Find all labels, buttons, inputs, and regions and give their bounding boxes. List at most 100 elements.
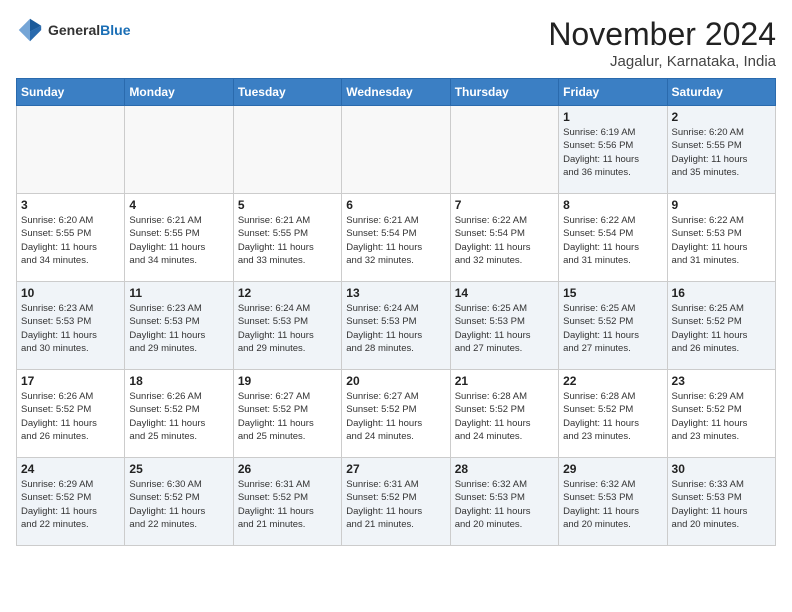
calendar-body: 1 Sunrise: 6:19 AM Sunset: 5:56 PM Daylig…: [17, 106, 776, 546]
day-info: Sunrise: 6:23 AM Sunset: 5:53 PM Dayligh…: [129, 302, 228, 355]
day-info: Sunrise: 6:28 AM Sunset: 5:52 PM Dayligh…: [563, 390, 662, 443]
calendar-cell: 27Sunrise: 6:31 AM Sunset: 5:52 PM Dayli…: [342, 458, 450, 546]
day-info: Sunrise: 6:31 AM Sunset: 5:52 PM Dayligh…: [238, 478, 337, 531]
day-info: Sunrise: 6:22 AM Sunset: 5:54 PM Dayligh…: [455, 214, 554, 267]
calendar-cell: 26 Sunrise: 6:31 AM Sunset: 5:52 PM Dayli…: [233, 458, 341, 546]
title-block: November 2024 Jagalur, Karnataka, India: [548, 16, 776, 70]
calendar-cell: [233, 106, 341, 194]
calendar-cell: 12 Sunrise: 6:24 AM Sunset: 5:53 PM Dayli…: [233, 282, 341, 370]
day-number: 29: [563, 462, 662, 476]
calendar-cell: 20 Sunrise: 6:27 AM Sunset: 5:52 PM Dayli…: [342, 370, 450, 458]
day-info: Sunrise: 6:22 AM Sunset: 5:53 PM Dayligh…: [672, 214, 771, 267]
day-number: 7: [455, 198, 554, 212]
day-info: Sunrise: 6:33 AM Sunset: 5:53 PM Dayligh…: [672, 478, 771, 531]
calendar-cell: 1 Sunrise: 6:19 AM Sunset: 5:56 PM Daylig…: [559, 106, 667, 194]
day-number: 1: [563, 110, 662, 124]
day-number: 16: [672, 286, 771, 300]
day-number: 27: [346, 462, 445, 476]
calendar-cell: 3Sunrise: 6:20 AM Sunset: 5:55 PM Daylig…: [17, 194, 125, 282]
calendar-cell: 9 Sunrise: 6:22 AM Sunset: 5:53 PM Daylig…: [667, 194, 775, 282]
calendar-cell: [450, 106, 558, 194]
calendar-cell: 18Sunrise: 6:26 AM Sunset: 5:52 PM Dayli…: [125, 370, 233, 458]
day-info: Sunrise: 6:32 AM Sunset: 5:53 PM Dayligh…: [563, 478, 662, 531]
day-info: Sunrise: 6:25 AM Sunset: 5:52 PM Dayligh…: [563, 302, 662, 355]
logo-text: GeneralBlue: [48, 22, 130, 39]
calendar-cell: 6 Sunrise: 6:21 AM Sunset: 5:54 PM Daylig…: [342, 194, 450, 282]
day-info: Sunrise: 6:20 AM Sunset: 5:55 PM Dayligh…: [672, 126, 771, 179]
calendar-cell: [342, 106, 450, 194]
calendar-week-2: 3Sunrise: 6:20 AM Sunset: 5:55 PM Daylig…: [17, 194, 776, 282]
day-info: Sunrise: 6:21 AM Sunset: 5:54 PM Dayligh…: [346, 214, 445, 267]
calendar-cell: 15 Sunrise: 6:25 AM Sunset: 5:52 PM Dayli…: [559, 282, 667, 370]
day-info: Sunrise: 6:24 AM Sunset: 5:53 PM Dayligh…: [238, 302, 337, 355]
day-number: 12: [238, 286, 337, 300]
day-info: Sunrise: 6:26 AM Sunset: 5:52 PM Dayligh…: [21, 390, 120, 443]
day-info: Sunrise: 6:29 AM Sunset: 5:52 PM Dayligh…: [21, 478, 120, 531]
calendar-cell: 11 Sunrise: 6:23 AM Sunset: 5:53 PM Dayli…: [125, 282, 233, 370]
logo-general: General: [48, 22, 100, 38]
calendar-cell: 2 Sunrise: 6:20 AM Sunset: 5:55 PM Daylig…: [667, 106, 775, 194]
calendar-cell: 24 Sunrise: 6:29 AM Sunset: 5:52 PM Dayli…: [17, 458, 125, 546]
day-info: Sunrise: 6:19 AM Sunset: 5:56 PM Dayligh…: [563, 126, 662, 179]
day-number: 10: [21, 286, 120, 300]
day-number: 11: [129, 286, 228, 300]
day-number: 19: [238, 374, 337, 388]
calendar-week-1: 1 Sunrise: 6:19 AM Sunset: 5:56 PM Daylig…: [17, 106, 776, 194]
calendar-cell: 28 Sunrise: 6:32 AM Sunset: 5:53 PM Dayli…: [450, 458, 558, 546]
weekday-header-wednesday: Wednesday: [342, 79, 450, 106]
calendar-cell: [125, 106, 233, 194]
day-number: 24: [21, 462, 120, 476]
day-number: 20: [346, 374, 445, 388]
calendar-cell: 5Sunrise: 6:21 AM Sunset: 5:55 PM Daylig…: [233, 194, 341, 282]
day-info: Sunrise: 6:32 AM Sunset: 5:53 PM Dayligh…: [455, 478, 554, 531]
calendar-cell: 23Sunrise: 6:29 AM Sunset: 5:52 PM Dayli…: [667, 370, 775, 458]
calendar-week-5: 24 Sunrise: 6:29 AM Sunset: 5:52 PM Dayli…: [17, 458, 776, 546]
weekday-header-friday: Friday: [559, 79, 667, 106]
logo-icon: [16, 16, 44, 44]
calendar-cell: 21 Sunrise: 6:28 AM Sunset: 5:52 PM Dayli…: [450, 370, 558, 458]
day-number: 14: [455, 286, 554, 300]
weekday-header-saturday: Saturday: [667, 79, 775, 106]
day-info: Sunrise: 6:27 AM Sunset: 5:52 PM Dayligh…: [346, 390, 445, 443]
calendar-cell: 25Sunrise: 6:30 AM Sunset: 5:52 PM Dayli…: [125, 458, 233, 546]
calendar-cell: 7 Sunrise: 6:22 AM Sunset: 5:54 PM Daylig…: [450, 194, 558, 282]
day-info: Sunrise: 6:23 AM Sunset: 5:53 PM Dayligh…: [21, 302, 120, 355]
day-number: 26: [238, 462, 337, 476]
day-number: 2: [672, 110, 771, 124]
day-number: 15: [563, 286, 662, 300]
calendar-cell: [17, 106, 125, 194]
day-info: Sunrise: 6:27 AM Sunset: 5:52 PM Dayligh…: [238, 390, 337, 443]
day-info: Sunrise: 6:29 AM Sunset: 5:52 PM Dayligh…: [672, 390, 771, 443]
calendar-week-3: 10 Sunrise: 6:23 AM Sunset: 5:53 PM Dayli…: [17, 282, 776, 370]
day-number: 8: [563, 198, 662, 212]
day-number: 9: [672, 198, 771, 212]
day-number: 18: [129, 374, 228, 388]
month-title: November 2024: [548, 16, 776, 53]
calendar-cell: 8 Sunrise: 6:22 AM Sunset: 5:54 PM Daylig…: [559, 194, 667, 282]
weekday-header-thursday: Thursday: [450, 79, 558, 106]
day-number: 25: [129, 462, 228, 476]
calendar-cell: 30Sunrise: 6:33 AM Sunset: 5:53 PM Dayli…: [667, 458, 775, 546]
day-number: 4: [129, 198, 228, 212]
day-info: Sunrise: 6:22 AM Sunset: 5:54 PM Dayligh…: [563, 214, 662, 267]
day-info: Sunrise: 6:28 AM Sunset: 5:52 PM Dayligh…: [455, 390, 554, 443]
day-number: 17: [21, 374, 120, 388]
day-number: 5: [238, 198, 337, 212]
calendar-cell: 13Sunrise: 6:24 AM Sunset: 5:53 PM Dayli…: [342, 282, 450, 370]
calendar-header: SundayMondayTuesdayWednesdayThursdayFrid…: [17, 79, 776, 106]
calendar-cell: 17 Sunrise: 6:26 AM Sunset: 5:52 PM Dayli…: [17, 370, 125, 458]
day-info: Sunrise: 6:24 AM Sunset: 5:53 PM Dayligh…: [346, 302, 445, 355]
day-number: 28: [455, 462, 554, 476]
location: Jagalur, Karnataka, India: [548, 53, 776, 70]
logo: GeneralBlue: [16, 16, 130, 44]
day-info: Sunrise: 6:25 AM Sunset: 5:53 PM Dayligh…: [455, 302, 554, 355]
calendar-week-4: 17 Sunrise: 6:26 AM Sunset: 5:52 PM Dayli…: [17, 370, 776, 458]
logo-blue: Blue: [100, 22, 130, 38]
weekday-header-tuesday: Tuesday: [233, 79, 341, 106]
page-header: GeneralBlue November 2024 Jagalur, Karna…: [16, 16, 776, 70]
calendar-table: SundayMondayTuesdayWednesdayThursdayFrid…: [16, 78, 776, 546]
day-number: 21: [455, 374, 554, 388]
day-number: 6: [346, 198, 445, 212]
calendar-cell: 29 Sunrise: 6:32 AM Sunset: 5:53 PM Dayli…: [559, 458, 667, 546]
day-info: Sunrise: 6:20 AM Sunset: 5:55 PM Dayligh…: [21, 214, 120, 267]
